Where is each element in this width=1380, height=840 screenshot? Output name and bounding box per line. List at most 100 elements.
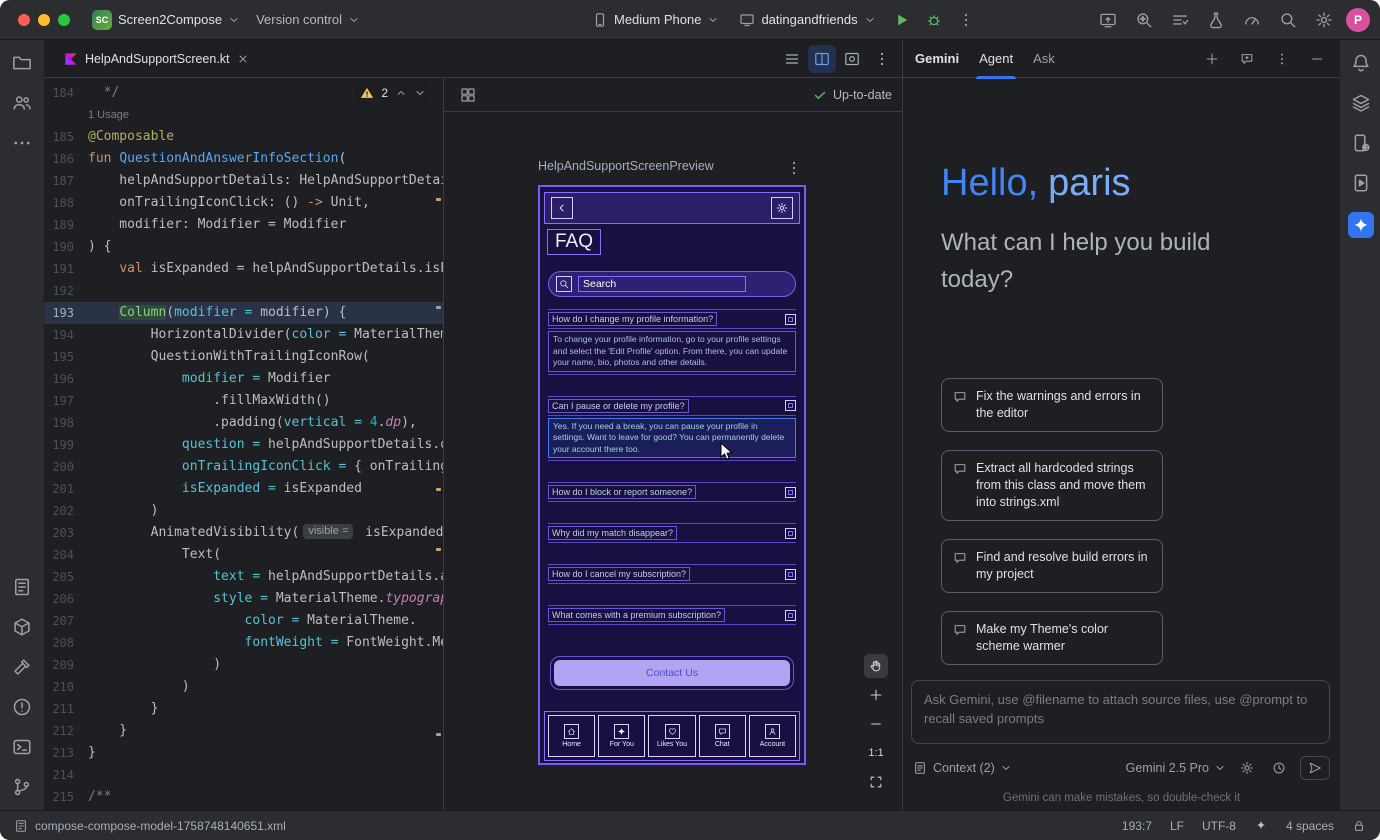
zoom-to-fit-button[interactable] <box>864 770 888 794</box>
code-line[interactable]: 1 Usage <box>44 104 443 126</box>
project-selector[interactable]: SC Screen2Compose <box>84 6 248 34</box>
code-line[interactable]: 208 fontWeight = FontWeight.Medium <box>44 632 443 654</box>
faq-item[interactable]: How do I block or report someone? <box>548 482 796 523</box>
code-editor[interactable]: 184 */1 Usage185@Composable186fun Questi… <box>44 78 443 810</box>
expand-toggle-icon[interactable] <box>785 569 796 580</box>
code-line[interactable]: 188 onTrailingIconClick: () -> Unit, <box>44 192 443 214</box>
prompt-history-button[interactable] <box>1268 757 1290 779</box>
running-devices-button[interactable] <box>1350 172 1372 194</box>
preview-layout-button[interactable] <box>454 81 482 109</box>
contact-us-button[interactable]: Contact Us <box>554 660 790 686</box>
logcat-tool-button[interactable] <box>11 576 33 598</box>
maximize-window-button[interactable] <box>58 14 70 26</box>
tab-agent[interactable]: Agent <box>979 40 1013 78</box>
preview-name[interactable]: HelpAndSupportScreenPreview <box>538 159 714 173</box>
ai-search-button[interactable] <box>1130 6 1158 34</box>
code-line[interactable]: 209 ) <box>44 654 443 676</box>
faq-item[interactable]: What comes with a premium subscription? <box>548 605 796 646</box>
gemini-tool-button[interactable] <box>1348 212 1374 238</box>
code-line[interactable]: 215/** <box>44 786 443 808</box>
code-line[interactable]: 201 isExpanded = isExpanded <box>44 478 443 500</box>
close-tab-icon[interactable] <box>237 53 249 65</box>
version-control-menu[interactable]: Version control <box>248 6 368 34</box>
pan-button[interactable] <box>864 654 888 678</box>
faq-item[interactable]: Why did my match disappear? <box>548 523 796 564</box>
suggestion-card[interactable]: Extract all hardcoded strings from this … <box>941 450 1163 521</box>
code-line[interactable]: 207 color = MaterialTheme. <box>44 610 443 632</box>
expand-toggle-icon[interactable] <box>785 400 796 411</box>
chat-list-button[interactable] <box>1236 48 1258 70</box>
device-mirror-button[interactable] <box>1094 6 1122 34</box>
code-line[interactable]: 187 helpAndSupportDetails: HelpAndSuppor… <box>44 170 443 192</box>
search-everywhere-button[interactable] <box>1274 6 1302 34</box>
code-line[interactable]: 197 .fillMaxWidth() <box>44 390 443 412</box>
nav-item-for-you[interactable]: For You <box>598 715 645 757</box>
code-line[interactable]: 205 text = helpAndSupportDetails.answer, <box>44 566 443 588</box>
suggestion-card[interactable]: Find and resolve build errors in my proj… <box>941 539 1163 593</box>
nav-item-chat[interactable]: Chat <box>699 715 746 757</box>
line-separator[interactable]: LF <box>1170 819 1184 833</box>
code-line[interactable]: 189 modifier: Modifier = Modifier <box>44 214 443 236</box>
code-line[interactable]: 203 AnimatedVisibility(visible = isExpan… <box>44 522 443 544</box>
gemini-prompt-input[interactable]: Ask Gemini, use @filename to attach sour… <box>911 680 1330 744</box>
send-button[interactable] <box>1300 756 1330 780</box>
code-line[interactable]: 191 val isExpanded = helpAndSupportDetai… <box>44 258 443 280</box>
back-button[interactable] <box>551 197 573 219</box>
status-file[interactable]: compose-compose-model-1758748140651.xml <box>14 819 286 833</box>
code-line[interactable]: 186fun QuestionAndAnswerInfoSection( <box>44 148 443 170</box>
nav-item-account[interactable]: Account <box>749 715 796 757</box>
code-line[interactable]: 198 .padding(vertical = 4.dp), <box>44 412 443 434</box>
indent-setting[interactable]: 4 spaces <box>1286 819 1334 833</box>
code-line[interactable]: 214 <box>44 764 443 786</box>
zoom-in-button[interactable] <box>864 683 888 707</box>
faq-item[interactable]: How do I cancel my subscription? <box>548 564 796 605</box>
code-view-button[interactable] <box>778 45 806 73</box>
code-line[interactable]: 200 onTrailingIconClick = { onTrailingIc… <box>44 456 443 478</box>
build-tool-button[interactable] <box>11 656 33 678</box>
faq-item[interactable]: Can I pause or delete my profile?Yes. If… <box>548 396 796 483</box>
close-window-button[interactable] <box>18 14 30 26</box>
todo-button[interactable] <box>1166 6 1194 34</box>
zoom-out-button[interactable] <box>864 712 888 736</box>
version-control-tool-button[interactable] <box>11 776 33 798</box>
inspection-widget[interactable]: 2 <box>355 84 431 102</box>
context-selector[interactable]: Context (2) <box>933 761 1012 775</box>
editor-options-button[interactable] <box>868 45 896 73</box>
expand-toggle-icon[interactable] <box>785 610 796 621</box>
code-line[interactable]: 202 ) <box>44 500 443 522</box>
code-line[interactable]: 196 modifier = Modifier <box>44 368 443 390</box>
code-line[interactable]: 204 Text( <box>44 544 443 566</box>
tests-button[interactable] <box>1202 6 1230 34</box>
profiler-button[interactable] <box>1238 6 1266 34</box>
faq-item[interactable]: How do I change my profile information?T… <box>548 309 796 396</box>
faq-settings-button[interactable] <box>771 197 793 219</box>
commit-tool-button[interactable] <box>11 92 33 114</box>
expand-toggle-icon[interactable] <box>785 314 796 325</box>
code-line[interactable]: 199 question = helpAndSupportDetails.que… <box>44 434 443 456</box>
faq-search-field[interactable]: Search <box>548 271 796 297</box>
code-line[interactable]: 194 HorizontalDivider(color = MaterialTh… <box>44 324 443 346</box>
app-inspection-tool-button[interactable] <box>11 616 33 638</box>
suggestion-card[interactable]: Fix the warnings and errors in the edito… <box>941 378 1163 432</box>
nav-item-likes-you[interactable]: Likes You <box>648 715 695 757</box>
user-avatar[interactable]: P <box>1346 8 1370 32</box>
hide-panel-button[interactable] <box>1306 48 1328 70</box>
terminal-tool-button[interactable] <box>11 736 33 758</box>
previous-warning-icon[interactable] <box>395 87 407 99</box>
code-line[interactable]: 212 } <box>44 720 443 742</box>
split-view-button[interactable] <box>808 45 836 73</box>
file-encoding[interactable]: UTF-8 <box>1202 819 1236 833</box>
caret-position[interactable]: 193:7 <box>1122 819 1152 833</box>
expand-toggle-icon[interactable] <box>785 487 796 498</box>
new-chat-button[interactable] <box>1201 48 1223 70</box>
code-line[interactable]: 211 } <box>44 698 443 720</box>
gemini-settings-button[interactable] <box>1236 757 1258 779</box>
debug-button[interactable] <box>920 6 948 34</box>
error-stripe[interactable] <box>436 78 441 810</box>
project-tool-button[interactable] <box>11 52 33 74</box>
more-tool-windows-button[interactable] <box>11 132 33 154</box>
code-line[interactable]: 206 style = MaterialTheme.typography <box>44 588 443 610</box>
suggestion-card[interactable]: Make my Theme's color scheme warmer <box>941 611 1163 665</box>
run-button[interactable] <box>888 6 916 34</box>
tab-help-and-support-screen[interactable]: HelpAndSupportScreen.kt <box>54 40 259 78</box>
